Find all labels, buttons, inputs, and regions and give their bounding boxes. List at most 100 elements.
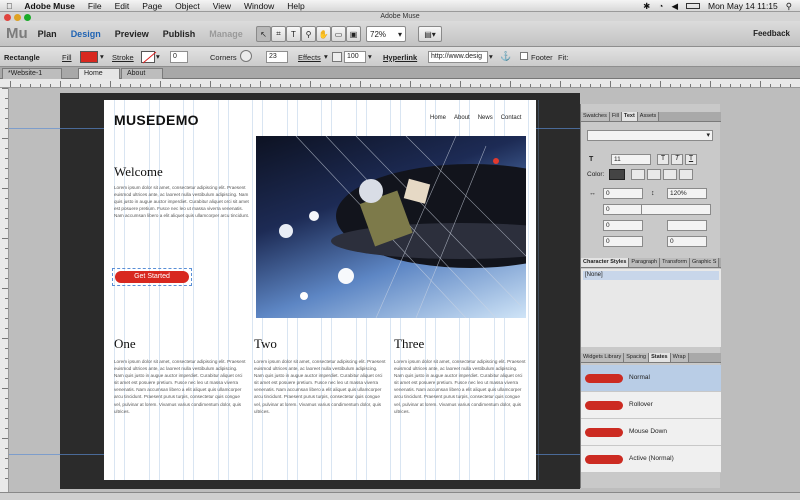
chevron-down-icon[interactable]: ▾	[324, 52, 328, 61]
opacity-icon[interactable]	[332, 52, 342, 62]
space-after-input[interactable]: 0	[667, 236, 707, 247]
stroke-width-input[interactable]: 0	[170, 51, 188, 63]
align-center-icon[interactable]	[647, 169, 661, 180]
wifi-icon[interactable]: ◔	[658, 1, 663, 11]
tab-assets[interactable]: Assets	[637, 112, 660, 121]
right-indent-input[interactable]: 0	[603, 220, 643, 231]
page-canvas[interactable]: MUSEDEMO Home About News Contact Welcome…	[104, 100, 539, 480]
tab-wrap[interactable]: Wrap	[670, 353, 689, 362]
menu-page[interactable]: Page	[142, 1, 162, 11]
rectangle-tool-icon[interactable]: ▭	[331, 26, 346, 42]
column-one-heading[interactable]: One	[114, 336, 136, 352]
state-active-normal[interactable]: Active (Normal)	[581, 446, 721, 473]
text-tool-icon[interactable]: T	[286, 26, 301, 42]
nav-news[interactable]: News	[478, 115, 493, 121]
column-one-text[interactable]: Lorem ipsum dolor sit amet, consectetur …	[114, 358, 246, 415]
column-three-text[interactable]: Lorem ipsum dolor sit amet, consectetur …	[394, 358, 526, 415]
tab-states[interactable]: States	[649, 353, 671, 362]
state-rollover[interactable]: Rollover	[581, 392, 721, 419]
bold-icon[interactable]: T	[657, 154, 669, 165]
get-started-button[interactable]: Get Started	[115, 271, 189, 283]
horizontal-scrollbar[interactable]	[0, 492, 800, 500]
tab-transform[interactable]: Transform	[660, 258, 690, 267]
tab-about[interactable]: About	[121, 68, 163, 79]
site-logo[interactable]: MUSEDEMO	[114, 112, 199, 128]
tab-widgets-library[interactable]: Widgets Library	[581, 353, 625, 362]
welcome-heading[interactable]: Welcome	[114, 164, 163, 180]
space-before-input[interactable]	[667, 220, 707, 231]
welcome-text[interactable]: Lorem ipsum dolor sit amet, consectetur …	[114, 184, 250, 219]
bluetooth-icon[interactable]: ✱	[643, 1, 650, 12]
nav-home[interactable]: Home	[430, 115, 446, 121]
menu-help[interactable]: Help	[287, 1, 304, 11]
footer-checkbox[interactable]	[520, 52, 528, 60]
opacity-input[interactable]: 100	[344, 51, 366, 63]
column-two-text[interactable]: Lorem ipsum dolor sit amet, consectetur …	[254, 358, 386, 415]
chevron-down-icon[interactable]: ▾	[368, 52, 372, 61]
style-item-none[interactable]: [None]	[583, 271, 719, 280]
tab-paragraph[interactable]: Paragraph	[629, 258, 661, 267]
column-two-heading[interactable]: Two	[254, 336, 277, 352]
justify-icon[interactable]	[679, 169, 693, 180]
hand-tool-icon[interactable]: ✋	[316, 26, 331, 42]
tab-website[interactable]: *Website-1	[2, 68, 62, 79]
tab-design[interactable]: Design	[71, 29, 101, 39]
chevron-down-icon[interactable]: ▾	[489, 52, 493, 61]
close-icon[interactable]	[4, 14, 11, 21]
minimize-icon[interactable]	[14, 14, 21, 21]
leading-input[interactable]: 120%	[667, 188, 707, 199]
nav-contact[interactable]: Contact	[501, 115, 522, 121]
battery-icon[interactable]	[685, 3, 700, 9]
menu-edit[interactable]: Edit	[115, 1, 130, 11]
tab-character-styles[interactable]: Character Styles	[581, 258, 630, 267]
left-indent-input[interactable]: 0	[603, 204, 643, 215]
vertical-ruler[interactable]	[0, 88, 9, 492]
hero-image[interactable]	[256, 136, 526, 318]
text-color-swatch[interactable]	[609, 169, 625, 180]
tab-manage[interactable]: Manage	[209, 29, 243, 39]
volume-icon[interactable]: ◀	[671, 1, 678, 12]
chevron-down-icon[interactable]: ▾	[100, 52, 104, 61]
tab-home[interactable]: Home	[78, 68, 120, 79]
apple-icon[interactable]: 	[6, 1, 12, 11]
zoom-tool-icon[interactable]: ⚲	[301, 26, 316, 42]
horizontal-ruler[interactable]	[0, 79, 800, 88]
selection-tool-icon[interactable]: ↖	[256, 26, 271, 42]
view-options-icon[interactable]: ▤▾	[418, 26, 442, 42]
state-mouse-down[interactable]: Mouse Down	[581, 419, 721, 446]
column-three-heading[interactable]: Three	[394, 336, 424, 352]
paragraph-style-select[interactable]	[641, 204, 711, 215]
menu-file[interactable]: File	[88, 1, 102, 11]
menu-object[interactable]: Object	[175, 1, 200, 11]
tab-graphic-styles[interactable]: Graphic S	[689, 258, 720, 267]
menu-view[interactable]: View	[213, 1, 231, 11]
font-size-input[interactable]: 11	[611, 154, 651, 165]
crop-tool-icon[interactable]: ⌗	[271, 26, 286, 42]
hyperlink-label[interactable]: Hyperlink	[383, 53, 417, 62]
align-left-icon[interactable]	[631, 169, 645, 180]
hyperlink-input[interactable]: http://www.desig	[428, 51, 488, 63]
stroke-swatch[interactable]	[141, 51, 157, 64]
first-line-indent-input[interactable]: 0	[603, 236, 643, 247]
tab-preview[interactable]: Preview	[115, 29, 149, 39]
menu-app-name[interactable]: Adobe Muse	[24, 1, 75, 11]
tab-swatches[interactable]: Swatches	[581, 112, 610, 121]
underline-icon[interactable]: T	[685, 154, 697, 165]
anchor-icon[interactable]: ⚓	[500, 51, 511, 62]
spotlight-icon[interactable]: ⚲	[786, 1, 792, 12]
menu-window[interactable]: Window	[244, 1, 274, 11]
chevron-down-icon[interactable]: ▾	[156, 52, 160, 61]
align-right-icon[interactable]	[663, 169, 677, 180]
zoom-icon[interactable]	[24, 14, 31, 21]
tab-publish[interactable]: Publish	[163, 29, 196, 39]
state-normal[interactable]: Normal	[581, 365, 721, 392]
nav-about[interactable]: About	[454, 115, 470, 121]
frame-tool-icon[interactable]: ▣	[346, 26, 361, 42]
corners-input[interactable]: 23	[266, 51, 288, 63]
tab-spacing[interactable]: Spacing	[624, 353, 650, 362]
stroke-label[interactable]: Stroke	[112, 53, 134, 62]
tab-fill[interactable]: Fill	[609, 112, 622, 121]
tab-plan[interactable]: Plan	[38, 29, 57, 39]
tab-text[interactable]: Text	[621, 112, 638, 121]
zoom-select[interactable]: 72% ▾	[366, 26, 406, 42]
